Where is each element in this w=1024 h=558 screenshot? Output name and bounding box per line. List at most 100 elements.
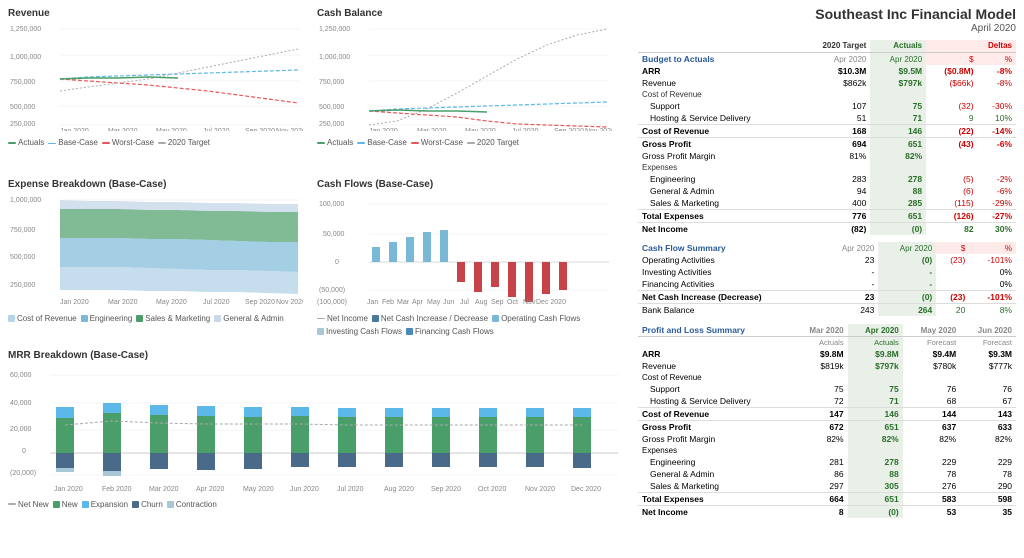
cash-flows-legend: Net Income Net Cash Increase / Decrease … (317, 314, 622, 336)
svg-text:250,000: 250,000 (319, 121, 344, 128)
svg-text:750,000: 750,000 (319, 79, 344, 86)
svg-text:Mar 2020: Mar 2020 (149, 486, 179, 493)
svg-text:Sep 2020: Sep 2020 (431, 486, 461, 493)
hosting-row: Hosting & Service Delivery 51 71 9 10% (638, 112, 1016, 125)
svg-text:May 2020: May 2020 (465, 128, 496, 131)
mrr-breakdown-chart: MRR Breakdown (Base-Case) 60,000 40,000 … (8, 350, 622, 550)
svg-text:Mar 2020: Mar 2020 (417, 128, 447, 131)
budget-actuals-tbody: ARR $10.3M $9.5M ($0.8M) -8% Revenue $86… (638, 65, 1016, 235)
mrr-legend: Net New New Expansion Churn Contraction (8, 500, 622, 509)
svg-text:500,000: 500,000 (10, 104, 35, 111)
svg-text:250,000: 250,000 (10, 282, 35, 289)
svg-text:Nov 2020: Nov 2020 (276, 299, 303, 306)
svg-text:Aug: Aug (475, 299, 488, 306)
svg-text:Jun 2020: Jun 2020 (290, 486, 319, 493)
cash-flows-title: Cash Flows (Base-Case) (317, 179, 622, 190)
revenue-row: Revenue $862k $797k ($66k) -8% (638, 77, 1016, 89)
revenue-chart-title: Revenue (8, 8, 313, 19)
gross-profit-row: Gross Profit 694 651 (43) -6% (638, 138, 1016, 151)
svg-text:1,000,000: 1,000,000 (319, 54, 350, 61)
revenue-legend: Actuals Base-Case Worst-Case 2020 Target (8, 138, 313, 147)
expenses-header-row: Expenses (638, 162, 1016, 173)
svg-text:500,000: 500,000 (319, 104, 344, 111)
support-row: Support 107 75 (32) -30% (638, 100, 1016, 112)
svg-text:Sep 2020: Sep 2020 (245, 128, 275, 131)
pl-summary-table: Profit and Loss Summary Mar 2020 Apr 202… (638, 324, 1016, 518)
pl-gross-margin: Gross Profit Margin 82% 82% 82% 82% (638, 433, 1016, 445)
svg-text:May 2020: May 2020 (156, 128, 187, 131)
svg-text:Nov 2020: Nov 2020 (525, 486, 555, 493)
svg-text:1,250,000: 1,250,000 (10, 26, 41, 33)
col-actuals-header: Actuals (870, 40, 926, 53)
budget-actuals-table: 2020 Target Actuals Deltas Budget to Act… (638, 40, 1016, 235)
svg-text:Jul 2020: Jul 2020 (337, 486, 364, 493)
total-expenses-row: Total Expenses 776 651 (126) -27% (638, 210, 1016, 223)
left-panel: Revenue 1,250,000 1,000,000 750,000 500,… (0, 0, 630, 558)
svg-text:Jan 2020: Jan 2020 (60, 128, 89, 131)
pl-revenue-row: Revenue $819k $797k $780k $777k (638, 360, 1016, 372)
actuals-sub: Apr 2020 (870, 53, 926, 66)
svg-text:1,000,000: 1,000,000 (10, 54, 41, 61)
svg-text:1,250,000: 1,250,000 (319, 26, 350, 33)
cash-balance-title: Cash Balance (317, 8, 622, 19)
pl-support-row: Support 75 75 76 76 (638, 383, 1016, 395)
svg-text:Mar: Mar (397, 299, 410, 306)
svg-text:Apr: Apr (412, 299, 424, 306)
svg-text:40,000: 40,000 (10, 400, 32, 407)
svg-text:Jul 2020: Jul 2020 (203, 299, 230, 306)
cash-balance-svg: 1,250,000 1,000,000 750,000 500,000 250,… (317, 21, 612, 131)
engineering-row: Engineering 283 278 (5) -2% (638, 173, 1016, 185)
delta-d-sub: $ (926, 53, 977, 66)
arr-row: ARR $10.3M $9.5M ($0.8M) -8% (638, 65, 1016, 77)
pl-sm: Sales & Marketing 297 305 276 290 (638, 480, 1016, 493)
svg-text:Oct: Oct (507, 299, 518, 306)
svg-text:Jan: Jan (367, 299, 378, 306)
gross-margin-row: Gross Profit Margin 81% 82% (638, 150, 1016, 162)
expense-svg: 1,000,000 750,000 500,000 250,000 Jan 20… (8, 192, 303, 307)
right-panel: Southeast Inc Financial Model April 2020… (630, 0, 1024, 558)
svg-text:Feb 2020: Feb 2020 (102, 486, 132, 493)
svg-text:May: May (427, 299, 441, 306)
pl-cor-total: Cost of Revenue 147 146 144 143 (638, 408, 1016, 421)
svg-text:500,000: 500,000 (10, 254, 35, 261)
svg-text:0: 0 (22, 448, 26, 455)
svg-text:Oct 2020: Oct 2020 (478, 486, 507, 493)
pl-expenses-header: Expenses (638, 445, 1016, 456)
svg-text:Dec 2020: Dec 2020 (571, 486, 601, 493)
svg-text:Mar 2020: Mar 2020 (108, 299, 138, 306)
target-sub: Apr 2020 (799, 53, 871, 66)
svg-text:Jan 2020: Jan 2020 (54, 486, 83, 493)
svg-text:50,000: 50,000 (323, 231, 345, 238)
col-2020target-header: 2020 Target (799, 40, 871, 53)
svg-text:Nov 2020: Nov 2020 (585, 128, 612, 131)
expense-breakdown-title: Expense Breakdown (Base-Case) (8, 179, 313, 190)
svg-text:Aug 2020: Aug 2020 (384, 486, 414, 493)
net-cash-row: Net Cash Increase (Decrease) 23 (0) (23)… (638, 291, 1016, 304)
cash-flow-tbody: Operating Activities 23 (0) (23) -101% I… (638, 254, 1016, 316)
col-label (638, 40, 799, 53)
svg-text:Feb: Feb (382, 299, 394, 306)
mrr-breakdown-title: MRR Breakdown (Base-Case) (8, 350, 622, 361)
net-income-row: Net Income (82) (0) 82 30% (638, 223, 1016, 236)
operating-row: Operating Activities 23 (0) (23) -101% (638, 254, 1016, 266)
svg-text:(50,000): (50,000) (319, 287, 345, 294)
sm-row: Sales & Marketing 400 285 (115) -29% (638, 197, 1016, 210)
mrr-svg: 60,000 40,000 20,000 0 (20,000) (8, 363, 622, 493)
bank-balance-row: Bank Balance 243 264 20 8% (638, 304, 1016, 317)
budget-to-actuals-label: Budget to Actuals (638, 53, 799, 66)
cash-balance-legend: Actuals Base-Case Worst-Case 2020 Target (317, 138, 622, 147)
svg-text:May 2020: May 2020 (243, 486, 274, 493)
cost-revenue-header-row: Cost of Revenue (638, 89, 1016, 100)
svg-text:100,000: 100,000 (319, 201, 344, 208)
expense-breakdown-chart: Expense Breakdown (Base-Case) 1,000,000 … (8, 179, 313, 346)
cash-balance-chart: Cash Balance 1,250,000 1,000,000 750,000… (317, 8, 622, 175)
report-subtitle: April 2020 (638, 23, 1016, 34)
pl-engineering: Engineering 281 278 229 229 (638, 456, 1016, 468)
svg-text:0: 0 (335, 259, 339, 266)
pl-cor-header: Cost of Revenue (638, 372, 1016, 383)
svg-text:Sep 2020: Sep 2020 (554, 128, 584, 131)
svg-text:750,000: 750,000 (10, 79, 35, 86)
svg-text:Dec 2020: Dec 2020 (536, 299, 566, 306)
svg-text:Sep 2020: Sep 2020 (245, 299, 275, 306)
svg-text:750,000: 750,000 (10, 227, 35, 234)
